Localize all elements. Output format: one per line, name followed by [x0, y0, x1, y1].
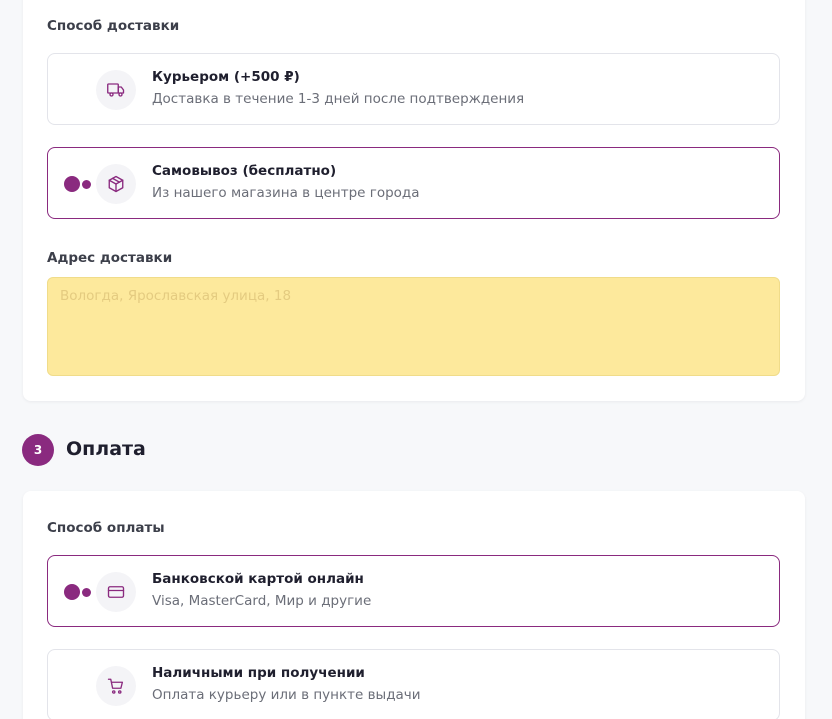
payment-option-card[interactable]: Банковской картой онлайн Visa, MasterCar… — [47, 555, 780, 627]
delivery-method-label: Способ доставки — [47, 18, 180, 34]
payment-method-label: Способ оплаты — [47, 520, 165, 536]
credit-card-icon — [107, 586, 125, 598]
payment-option-title: Банковской картой онлайн — [152, 571, 364, 587]
payment-option-subtitle: Оплата курьеру или в пункте выдачи — [152, 687, 421, 703]
delivery-option-subtitle: Доставка в течение 1-3 дней после подтве… — [152, 91, 525, 107]
cart-icon — [107, 678, 124, 694]
checkout-page: Способ доставки Курьером (+500 ₽) Достав… — [0, 0, 832, 719]
selected-radio-indicator — [64, 176, 94, 192]
cart-icon-circle — [96, 666, 136, 706]
credit-card-icon-circle — [96, 572, 136, 612]
step-number-badge: 3 — [22, 434, 54, 466]
payment-option-title: Наличными при получении — [152, 665, 365, 681]
delivery-option-title: Самовывоз (бесплатно) — [152, 163, 337, 179]
payment-card: Способ оплаты Банковской картой онлайн V… — [23, 491, 805, 719]
delivery-option-pickup[interactable]: Самовывоз (бесплатно) Из нашего магазина… — [47, 147, 780, 219]
package-icon-circle — [96, 164, 136, 204]
truck-icon-circle — [96, 70, 136, 110]
package-icon — [108, 175, 124, 193]
delivery-address-label: Адрес доставки — [47, 250, 173, 266]
selected-radio-indicator — [64, 584, 94, 600]
delivery-address-input[interactable] — [47, 277, 780, 376]
delivery-card: Способ доставки Курьером (+500 ₽) Достав… — [23, 0, 805, 401]
payment-option-subtitle: Visa, MasterCard, Мир и другие — [152, 593, 372, 609]
truck-icon — [107, 83, 125, 97]
payment-step-title: Оплата — [66, 438, 146, 460]
delivery-option-subtitle: Из нашего магазина в центре города — [152, 185, 420, 201]
delivery-option-courier[interactable]: Курьером (+500 ₽) Доставка в течение 1-3… — [47, 53, 780, 125]
payment-option-cash[interactable]: Наличными при получении Оплата курьеру и… — [47, 649, 780, 719]
delivery-option-title: Курьером (+500 ₽) — [152, 69, 300, 85]
